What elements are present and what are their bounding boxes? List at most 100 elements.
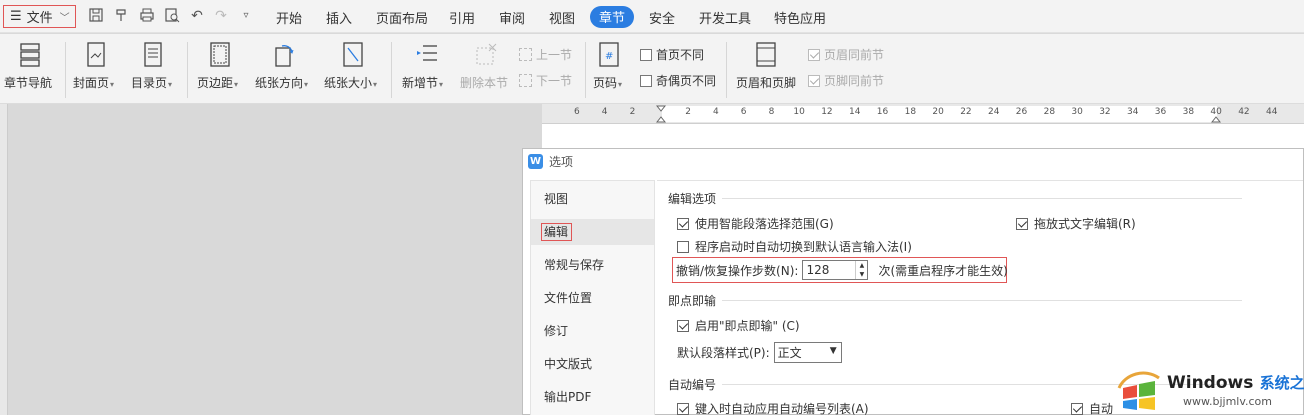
tab-special-apps[interactable]: 特色应用: [774, 8, 826, 27]
tab-review[interactable]: 审阅: [499, 8, 525, 27]
checkbox-box: [640, 74, 652, 87]
cover-page-button[interactable]: 封面页▾: [73, 34, 123, 104]
save-icon[interactable]: [87, 7, 105, 25]
undo-steps-row: 撤销/恢复操作步数(N): 128 ▲ ▼ 次(需重启程序才能生效): [676, 260, 1008, 280]
header-footer-button[interactable]: 页眉和页脚: [736, 34, 798, 104]
print-icon[interactable]: [138, 7, 156, 25]
dropdown-arrow-icon: ▾: [234, 80, 239, 89]
auto-number-list-checkbox[interactable]: 键入时自动应用自动编号列表(A): [677, 400, 869, 415]
page-number-label: 页码: [593, 76, 618, 90]
enable-click-type-checkbox[interactable]: 启用"即点即输" (C): [677, 317, 800, 334]
header-footer-label: 页眉和页脚: [736, 76, 797, 90]
sidebar-item-revision[interactable]: 修订: [531, 318, 654, 344]
ribbon-separator: [187, 42, 188, 98]
right-indent-marker[interactable]: [1211, 105, 1223, 123]
customize-dropdown-icon[interactable]: ▿: [237, 7, 255, 25]
watermark-brand-cn: 系统之家: [1259, 374, 1304, 392]
section-title: 自动编号: [668, 378, 717, 392]
footer-same-prev-checkbox[interactable]: 页脚同前节: [808, 72, 884, 89]
ribbon-separator: [65, 42, 66, 98]
sidebar-item-label: 中文版式: [544, 357, 593, 371]
footer-same-prev-label: 页脚同前节: [824, 74, 885, 88]
tab-developer[interactable]: 开发工具: [699, 8, 751, 27]
option-label: 键入时自动应用自动编号列表(A): [695, 402, 869, 415]
ruler-tick-label: 26: [1015, 107, 1028, 117]
undo-steps-spinner[interactable]: 128 ▲ ▼: [802, 260, 869, 280]
undo-steps-note: 次(需重启程序才能生效): [878, 263, 1008, 278]
checkbox-box: [677, 240, 689, 253]
ruler-tick-label: 36: [1154, 107, 1167, 117]
drag-drop-checkbox[interactable]: 拖放式文字编辑(R): [1016, 215, 1136, 232]
document-page[interactable]: [542, 124, 1304, 148]
page-number-button[interactable]: # 页码▾: [593, 34, 633, 104]
checkbox-box: [677, 319, 689, 332]
dropdown-arrow-icon: ▾: [304, 80, 309, 89]
select-value: 正文: [777, 346, 802, 360]
horizontal-ruler[interactable]: 6 4 2 2 4 6 8 10 12 14 16 18 20 22 24 26 28 30 32 34 36 38 40 4…: [542, 104, 1304, 124]
new-section-label: 新增节: [402, 76, 439, 90]
dropdown-arrow-icon: ▾: [373, 80, 378, 89]
tab-security[interactable]: 安全: [649, 8, 675, 27]
cover-page-icon: [84, 42, 108, 68]
prev-section-label: 上一节: [536, 48, 573, 62]
sidebar-item-label: 常规与保存: [544, 258, 605, 272]
watermark-url: www.bjjmlv.com: [1183, 395, 1272, 408]
chevron-down-icon: ﹀: [59, 13, 70, 24]
tab-view[interactable]: 视图: [549, 8, 575, 27]
ruler-tick-label: 6: [740, 107, 747, 117]
redo-icon[interactable]: ↷: [212, 7, 230, 25]
vertical-ruler[interactable]: [0, 104, 8, 415]
sidebar-item-chinese-layout[interactable]: 中文版式: [531, 351, 654, 377]
section-divider: [722, 300, 1243, 301]
next-section-icon: [519, 74, 532, 87]
windows-logo-icon: [1117, 371, 1160, 410]
margins-button[interactable]: 页边距▾: [197, 34, 247, 104]
auto-partial-checkbox[interactable]: 自动: [1071, 400, 1113, 415]
ruler-tick-label: 32: [1099, 107, 1111, 117]
file-menu-button[interactable]: ☰ 文件 ﹀: [3, 5, 76, 28]
paper-size-button[interactable]: 纸张大小▾: [324, 34, 386, 104]
margins-icon: [208, 42, 232, 68]
sidebar-item-file-location[interactable]: 文件位置: [531, 285, 654, 311]
default-para-style-select[interactable]: 正文 ▼: [773, 342, 842, 363]
odd-even-diff-checkbox[interactable]: 奇偶页不同: [640, 72, 716, 89]
sidebar-item-general-save[interactable]: 常规与保存: [531, 252, 654, 278]
ribbon-separator: [585, 42, 586, 98]
checkbox-box: [640, 48, 652, 61]
sidebar-item-label: 视图: [544, 192, 569, 206]
next-section-button[interactable]: 下一节: [519, 72, 572, 89]
sidebar-item-edit[interactable]: 编辑: [531, 219, 654, 245]
delete-section-button[interactable]: 删除本节: [460, 34, 510, 104]
tab-section[interactable]: 章节: [590, 6, 635, 28]
section-title: 编辑选项: [668, 192, 717, 206]
auto-switch-ime-checkbox[interactable]: 程序启动时自动切换到默认语言输入法(I): [677, 238, 912, 255]
smart-paragraph-checkbox[interactable]: 使用智能段落选择范围(G): [677, 215, 834, 232]
new-section-button[interactable]: 新增节▾: [402, 34, 452, 104]
section-title: 即点即输: [668, 294, 717, 308]
spinner-arrows-icon[interactable]: ▲ ▼: [855, 261, 867, 279]
checkbox-box: [808, 74, 820, 87]
sidebar-item-view[interactable]: 视图: [531, 186, 654, 212]
tab-page-layout[interactable]: 页面布局: [376, 8, 428, 27]
first-line-indent-marker[interactable]: [656, 105, 668, 123]
tab-insert[interactable]: 插入: [326, 8, 352, 27]
click-type-section: 即点即输: [668, 292, 1243, 309]
prev-section-button[interactable]: 上一节: [519, 46, 572, 63]
orientation-button[interactable]: 纸张方向▾: [255, 34, 317, 104]
tab-references[interactable]: 引用: [449, 8, 475, 27]
header-same-prev-checkbox[interactable]: 页眉同前节: [808, 46, 884, 63]
print-preview-icon[interactable]: [163, 7, 181, 25]
section-nav-button[interactable]: 章节导航: [4, 34, 56, 104]
format-painter-icon[interactable]: [113, 7, 131, 25]
toc-page-button[interactable]: 目录页▾: [131, 34, 181, 104]
checkbox-box: [677, 217, 689, 230]
wps-writer-icon: W: [528, 153, 543, 169]
undo-icon[interactable]: ↶: [188, 7, 206, 25]
first-page-diff-checkbox[interactable]: 首页不同: [640, 46, 704, 63]
dropdown-arrow-icon: ▾: [110, 80, 115, 89]
tab-start[interactable]: 开始: [276, 8, 302, 27]
ruler-tick-label: 10: [793, 107, 805, 117]
sidebar-item-export-pdf[interactable]: 输出PDF: [531, 384, 654, 410]
ruler-tick-label: 20: [932, 107, 944, 117]
dialog-title-bar[interactable]: W 选项: [523, 149, 1303, 173]
